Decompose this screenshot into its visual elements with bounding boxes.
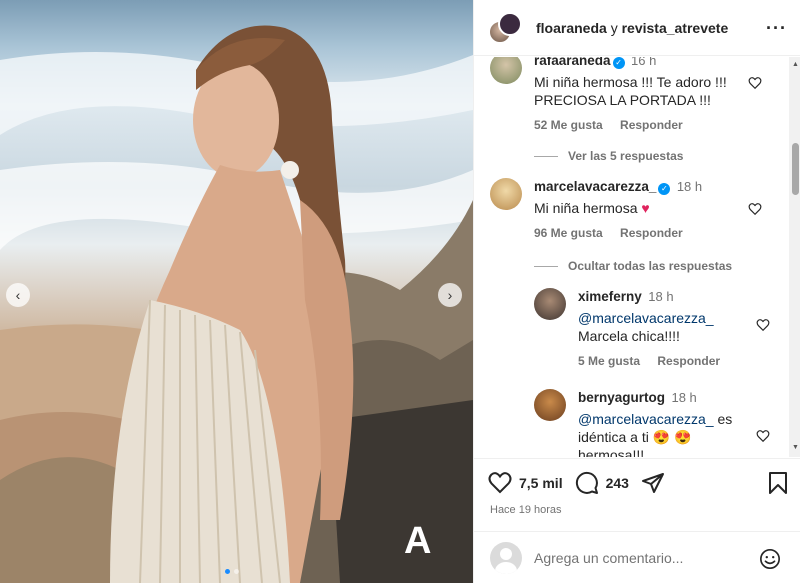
action-row: 7,5 mil 243 (488, 471, 677, 495)
bookmark-icon[interactable] (767, 471, 789, 495)
heart-emoji-icon: ♥ (641, 200, 650, 216)
verified-badge-icon: ✓ (612, 57, 625, 69)
chevron-left-icon: ‹ (15, 287, 21, 303)
comments-list: rafaaraneda ✓ 16 h Mi niña hermosa !!! Te… (474, 57, 789, 457)
heart-icon[interactable] (748, 76, 762, 90)
author-username[interactable]: floaraneda (536, 20, 607, 36)
divider (534, 265, 558, 267)
comment-likes[interactable]: 96 Me gusta (534, 226, 603, 240)
photo-illustration (0, 25, 473, 583)
comment-time[interactable]: 18 h (648, 289, 673, 304)
comment-input[interactable] (534, 549, 754, 566)
avatar[interactable] (490, 57, 522, 84)
comment-text-continued: hermosa!!! (578, 447, 645, 457)
author-avatars[interactable] (488, 11, 522, 44)
comment-text: Mi niña hermosa ♥ (534, 199, 734, 217)
author-username[interactable]: revista_atrevete (622, 20, 729, 36)
comment-body: bernyagurtog 18 h @marcelavacarezza_ es … (578, 389, 778, 457)
reply-button[interactable]: Responder (657, 354, 720, 368)
add-comment-bar (474, 531, 800, 583)
comment-text: @marcelavacarezza_ Marcela chica!!!! (578, 309, 778, 345)
comment-meta: 52 Me gusta Responder (534, 118, 734, 132)
slide-dot (234, 569, 239, 574)
reply-button[interactable]: Responder (620, 226, 683, 240)
view-replies-button[interactable]: Ver las 5 respuestas (534, 149, 683, 163)
scroll-down-icon[interactable]: ▼ (792, 444, 799, 451)
heart-icon[interactable] (756, 429, 770, 443)
watermark-letter: A (404, 520, 431, 562)
comment-username[interactable]: marcelavacarezza_ (534, 179, 656, 194)
comments-scrollbar[interactable]: ▲ ▼ (789, 57, 800, 457)
post-sidebar: floaraneda y revista_atrevete ··· rafaar… (473, 0, 800, 583)
previous-slide-button[interactable]: ‹ (6, 283, 30, 307)
comment-body: ximeferny 18 h @marcelavacarezza_ Marcel… (578, 288, 778, 368)
avatar[interactable] (534, 389, 566, 421)
comment-text: Mi niña hermosa !!! Te adoro !!! PRECIOS… (534, 74, 727, 108)
comment-time[interactable]: 18 h (671, 390, 696, 405)
heart-icon[interactable] (748, 202, 762, 216)
avatar[interactable] (498, 11, 522, 36)
post-photo: ‹ › A (0, 0, 473, 583)
comment-action: 243 (575, 471, 629, 495)
emoji-smile-icon[interactable] (759, 548, 781, 570)
heart-eyes-emoji-icon: 😍 😍 (652, 429, 692, 445)
heart-icon[interactable] (756, 318, 770, 332)
post-header: floaraneda y revista_atrevete ··· (474, 0, 800, 56)
current-user-avatar (490, 541, 522, 574)
author-conjunction: y (610, 19, 618, 36)
scrollbar-thumb[interactable] (792, 143, 799, 195)
like-action: 7,5 mil (488, 471, 563, 495)
likes-count[interactable]: 7,5 mil (519, 475, 563, 491)
more-options-icon[interactable]: ··· (766, 18, 787, 39)
mention-link[interactable]: @marcelavacarezza_ (578, 310, 714, 326)
avatar[interactable] (534, 288, 566, 320)
comment-bubble-icon[interactable] (575, 471, 599, 495)
slide-dot (225, 569, 230, 574)
comment-likes[interactable]: 5 Me gusta (578, 354, 640, 368)
view-replies-label: Ver las 5 respuestas (568, 149, 684, 163)
mention-link[interactable]: @marcelavacarezza_ (578, 411, 714, 427)
divider (534, 155, 558, 157)
slide-indicator (225, 569, 239, 574)
heart-icon[interactable] (488, 471, 512, 495)
comment-text: @marcelavacarezza_ es idéntica a ti 😍 😍 … (578, 410, 778, 457)
comment-text-main: Marcela chica!!!! (578, 328, 680, 344)
hide-replies-label: Ocultar todas las respuestas (568, 259, 733, 273)
post-authors: floaraneda y revista_atrevete (536, 20, 728, 36)
verified-badge-icon: ✓ (658, 183, 671, 195)
avatar[interactable] (490, 178, 522, 210)
scroll-up-icon[interactable]: ▲ (792, 61, 799, 68)
next-slide-button[interactable]: › (438, 283, 462, 307)
comment-username[interactable]: rafaaraneda (534, 57, 611, 68)
comment-username[interactable]: bernyagurtog (578, 390, 665, 405)
comment-time[interactable]: 18 h (677, 179, 702, 194)
comments-count[interactable]: 243 (606, 475, 629, 491)
chevron-right-icon: › (447, 287, 453, 303)
comment-body: marcelavacarezza_ ✓ 18 h Mi niña hermosa … (534, 178, 734, 240)
post-timestamp[interactable]: Hace 19 horas (490, 504, 562, 516)
comment-text-main: Mi niña hermosa (534, 200, 638, 216)
comment-body: rafaaraneda ✓ 16 h Mi niña hermosa !!! Te… (534, 57, 734, 132)
reply-button[interactable]: Responder (620, 118, 683, 132)
hide-replies-button[interactable]: Ocultar todas las respuestas (534, 259, 732, 273)
comment-meta: 96 Me gusta Responder (534, 226, 734, 240)
comment-time[interactable]: 16 h (631, 57, 656, 68)
comment-username[interactable]: ximeferny (578, 289, 642, 304)
share-action (641, 471, 665, 495)
share-paper-plane-icon[interactable] (641, 471, 665, 495)
comment-likes[interactable]: 52 Me gusta (534, 118, 603, 132)
comment-meta: 5 Me gusta Responder (578, 354, 778, 368)
